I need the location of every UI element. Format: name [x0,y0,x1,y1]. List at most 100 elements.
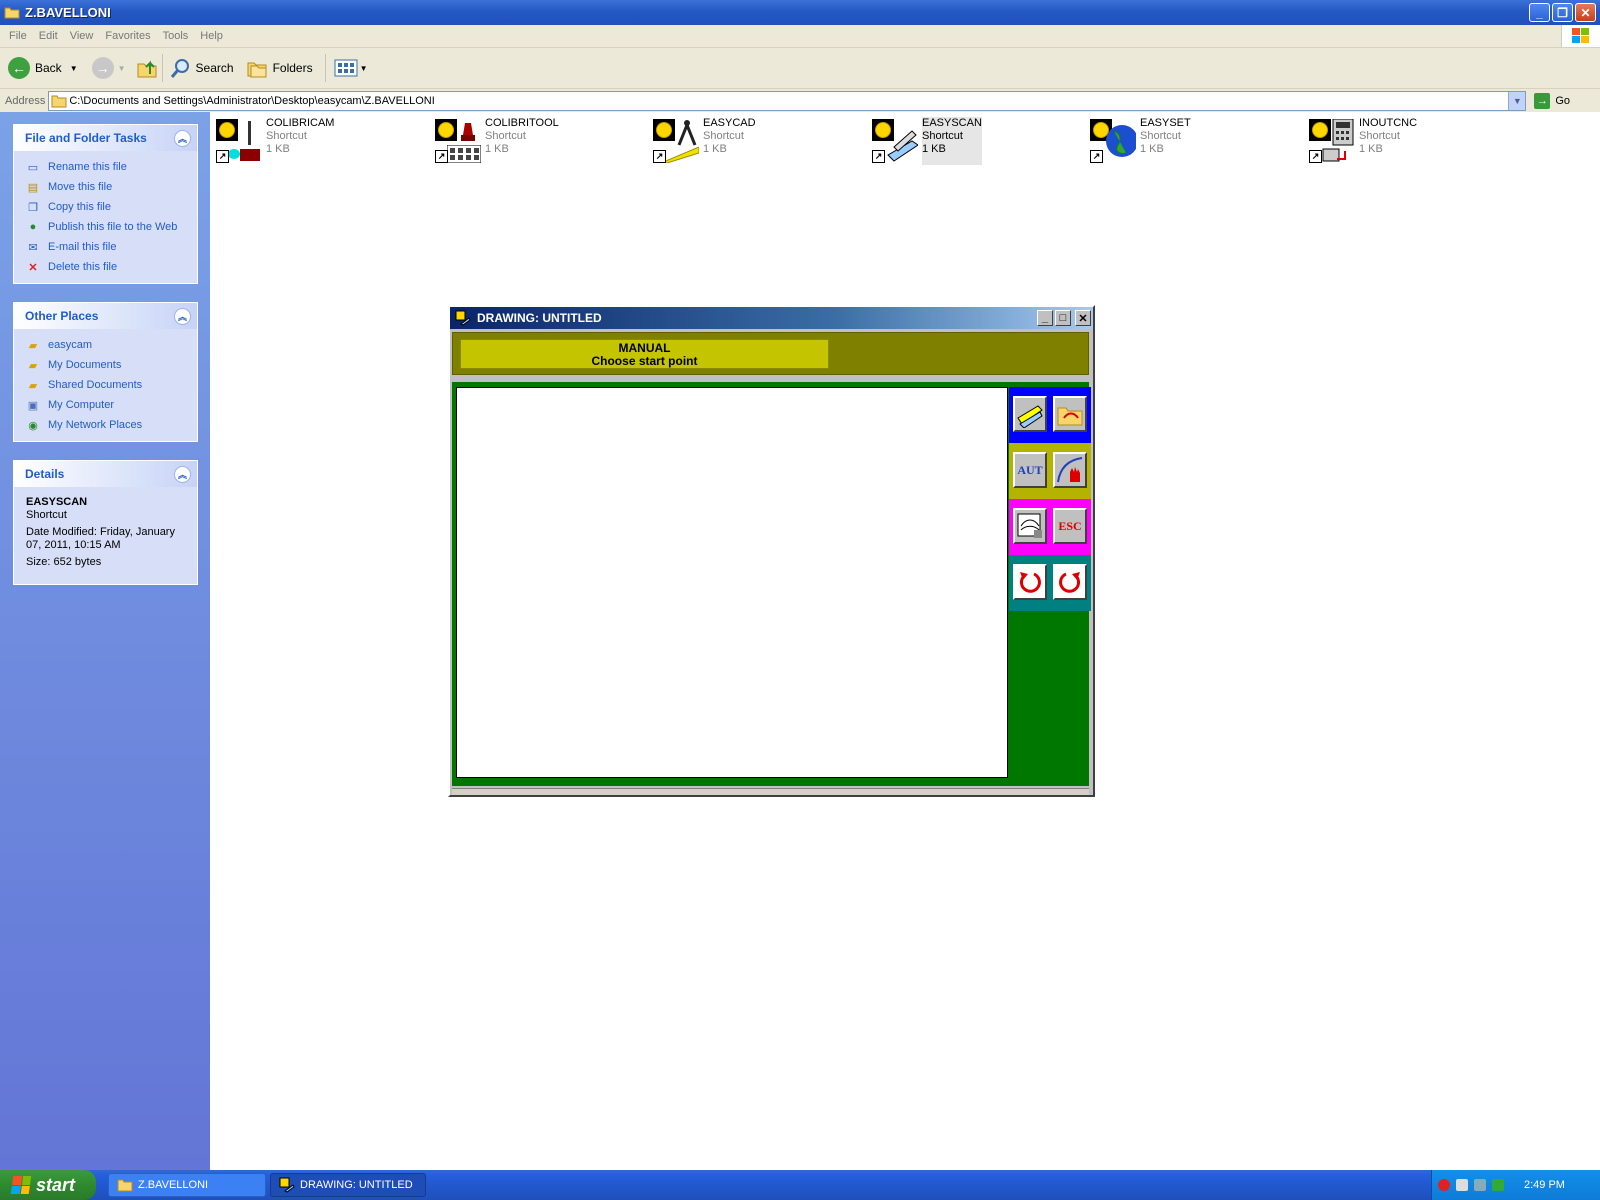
back-button[interactable]: ← Back ▼ [8,57,78,79]
redo-button[interactable] [1053,564,1087,600]
details-size: Size: 652 bytes [26,556,102,568]
file-item[interactable]: ↗ COLIBRICAM Shortcut 1 KB [214,117,334,165]
security-icon[interactable] [1438,1179,1450,1191]
close-button[interactable]: ✕ [1075,310,1091,326]
forward-arrow-icon: → [91,57,114,79]
hand-icon [1057,457,1083,483]
collapse-icon[interactable]: ︽ [174,307,191,325]
menu-file[interactable]: File [9,30,27,42]
panel-header[interactable]: Other Places ︽ [14,303,197,329]
place-network[interactable]: ◉ My Network Places [25,415,187,435]
place-my-computer[interactable]: ▣ My Computer [25,395,187,415]
menu-view[interactable]: View [70,30,94,42]
place-label: easycam [48,339,93,351]
file-name: INOUTCNC [1359,117,1418,129]
search-button[interactable]: Search [169,57,234,79]
scan-button[interactable] [1013,396,1047,432]
drawing-canvas[interactable] [456,387,1008,778]
taskbar-button-explorer[interactable]: Z.BAVELLONI [108,1173,266,1197]
manual-button[interactable] [1053,452,1087,488]
file-item[interactable]: ↗ EASYCAD Shortcut 1 KB [651,117,756,165]
taskbar-button-drawing[interactable]: DRAWING: UNTITLED [270,1173,426,1197]
up-folder-button[interactable] [136,57,158,79]
task-move[interactable]: ▤ Move this file [25,177,187,197]
mail-icon: ✉ [28,241,38,254]
place-label: My Network Places [48,419,143,431]
automatic-button[interactable]: AUT [1013,452,1047,488]
copy-icon: ❐ [28,201,38,214]
task-copy[interactable]: ❐ Copy this file [25,197,187,217]
network-icon: ◉ [28,419,38,432]
escape-button[interactable]: ESC [1053,508,1087,544]
horizontal-scrollbar[interactable] [452,788,1089,795]
file-name: COLIBRICAM [266,117,335,129]
tool-group-edit: ESC [1009,499,1091,555]
back-arrow-icon: ← [8,57,30,79]
app-tray-icon[interactable] [1492,1179,1504,1191]
file-type: Shortcut [266,130,307,142]
drawing-window: DRAWING: UNTITLED _ □ ✕ MANUAL Choose st… [448,305,1095,797]
task-email[interactable]: ✉ E-mail this file [25,237,187,257]
task-pane: File and Folder Tasks ︽ ▭ Rename this fil… [0,112,210,1170]
address-input[interactable]: C:\Documents and Settings\Administrator\… [48,90,1527,111]
easycad-icon: ↗ [651,117,699,165]
place-label: My Computer [48,399,115,411]
views-button[interactable]: ▼ [334,58,368,78]
window-title: Z.BAVELLONI [25,5,111,20]
panel-title: File and Folder Tasks [25,131,147,145]
network-connection-icon[interactable] [1456,1179,1468,1191]
task-rename[interactable]: ▭ Rename this file [25,157,187,177]
view-button[interactable] [1013,508,1047,544]
easyset-icon: ↗ [1088,117,1136,165]
file-item[interactable]: ↗ EASYSET Shortcut 1 KB [1088,117,1191,165]
details-modified: Date Modified: Friday, January 07, 2011,… [26,526,175,551]
go-button[interactable]: → Go [1534,92,1570,109]
undo-button[interactable] [1013,564,1047,600]
toolbar-separator [161,54,163,82]
file-item[interactable]: ↗ INOUTCNC Shortcut 1 KB [1307,117,1417,165]
file-folder-tasks-panel: File and Folder Tasks ︽ ▭ Rename this fil… [13,124,198,284]
restore-button[interactable]: ❐ [1552,3,1573,22]
folders-icon [247,62,267,78]
place-easycam[interactable]: ▰ easycam [25,335,187,355]
collapse-icon[interactable]: ︽ [174,129,191,147]
open-file-button[interactable] [1053,396,1087,432]
menu-favorites[interactable]: Favorites [105,30,150,42]
globe-icon: ● [29,221,37,233]
chevron-down-icon: ▼ [359,63,368,73]
menu-help[interactable]: Help [200,30,223,42]
tool-group-scan [1009,387,1091,443]
redo-icon [1059,572,1081,593]
forward-button[interactable]: → ▼ [91,57,126,79]
menu-edit[interactable]: Edit [39,30,58,42]
collapse-icon[interactable]: ︽ [174,465,191,483]
start-button[interactable]: start [0,1170,96,1200]
panel-header[interactable]: Details ︽ [14,461,197,487]
volume-icon[interactable] [1474,1179,1486,1191]
file-item[interactable]: ↗ COLIBRITOOL Shortcut 1 KB [433,117,559,165]
address-dropdown-button[interactable]: ▼ [1508,91,1526,110]
folder-icon [117,1179,133,1192]
drawing-title: DRAWING: UNTITLED [477,311,602,325]
minimize-button[interactable]: _ [1037,310,1053,326]
place-my-documents[interactable]: ▰ My Documents [25,355,187,375]
task-delete[interactable]: ✕ Delete this file [25,257,187,277]
folder-icon [51,95,67,107]
file-size: 1 KB [703,143,727,155]
status-strip: MANUAL Choose start point [452,332,1089,375]
search-icon [170,59,189,78]
menu-tools[interactable]: Tools [163,30,189,42]
minimize-button[interactable]: _ [1529,3,1550,22]
folder-icon: ▰ [28,339,38,352]
task-publish[interactable]: ● Publish this file to the Web [25,217,187,237]
place-shared-documents[interactable]: ▰ Shared Documents [25,375,187,395]
file-item-selected[interactable]: ↗ EASYSCAN Shortcut 1 KB [870,117,982,165]
taskbar-button-label: Z.BAVELLONI [138,1179,209,1191]
explorer-title-bar[interactable]: Z.BAVELLONI _ ❐ ✕ [0,0,1600,25]
drawing-title-bar[interactable]: DRAWING: UNTITLED _ □ ✕ [450,307,1093,329]
panel-header[interactable]: File and Folder Tasks ︽ [14,125,197,151]
place-label: My Documents [48,359,122,371]
maximize-button[interactable]: □ [1055,310,1071,326]
folders-button[interactable]: Folders [246,57,313,79]
close-button[interactable]: ✕ [1575,3,1596,22]
